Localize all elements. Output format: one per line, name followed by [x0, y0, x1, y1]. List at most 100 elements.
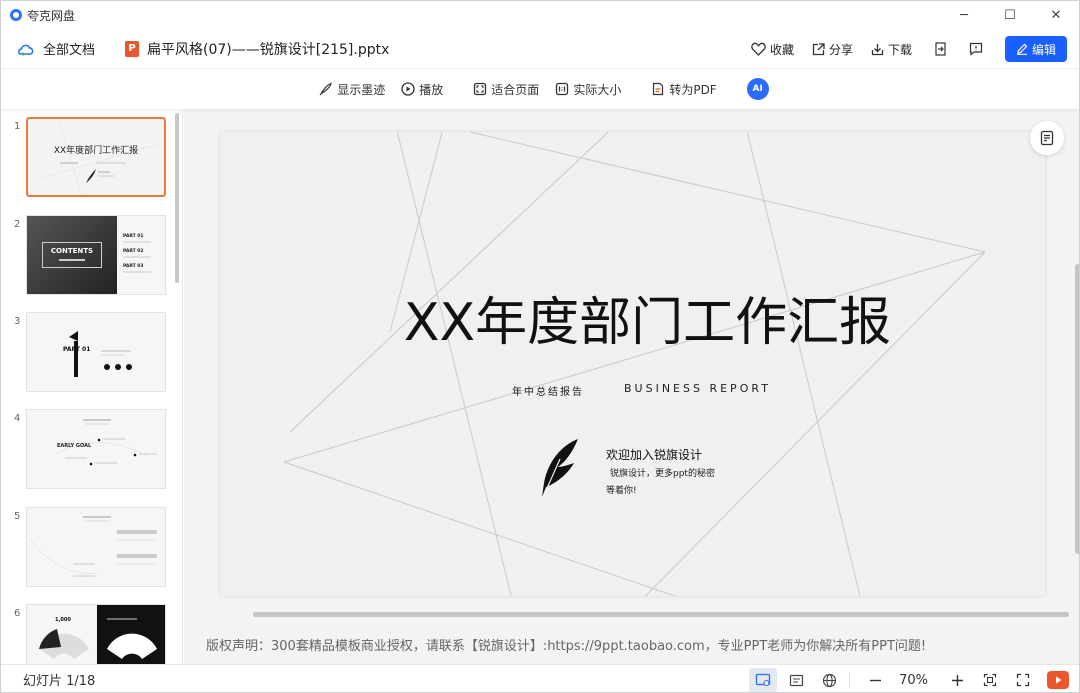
top-actions: 收藏 分享 下载 编辑 [733, 29, 1067, 69]
show-ink-label: 显示墨迹 [337, 82, 386, 97]
thumbnail-slide-2[interactable]: CONTENTS PART 01 PART 02 PART 03 [26, 215, 166, 295]
app-name: 夸克网盘 [27, 8, 76, 23]
download-label: 下载 [887, 42, 912, 57]
globe-icon [822, 673, 836, 687]
thumbnail-slide-5[interactable] [26, 507, 166, 587]
app-window: 夸克网盘 ─ ☐ ✕ 全部文档 P 扁平风格(07)——锐旗设计[215].pp… [0, 0, 1080, 693]
pptx-file-icon: P [125, 40, 140, 57]
fit-page-button[interactable]: 适合页面 [473, 81, 539, 98]
export-icon [935, 42, 946, 56]
convert-pdf-button[interactable]: 转为PDF [651, 81, 717, 98]
download-button[interactable]: 下载 [871, 41, 912, 58]
all-docs-link[interactable]: 全部文档 [43, 39, 95, 58]
notes-icon [789, 674, 803, 686]
thumbnail-row[interactable]: 1 XX年度部门工作汇报 [1, 117, 182, 199]
slide-title: XX年度部门工作汇报 [403, 293, 892, 353]
fit-window-button[interactable] [976, 668, 1004, 692]
favorite-button[interactable]: 收藏 [751, 41, 794, 58]
ai-assistant-button[interactable]: AI [746, 78, 769, 100]
thumbnail-row[interactable]: 4 EARLY GOAL [1, 409, 182, 491]
slide-view-icon [755, 673, 771, 687]
play-button[interactable]: 播放 [401, 81, 443, 98]
thumbnail-scrollbar[interactable] [175, 113, 179, 283]
actual-size-button[interactable]: 实际大小 [555, 81, 621, 98]
normal-view-button[interactable] [749, 668, 778, 692]
thumbnail-row[interactable]: 5 [1, 507, 182, 589]
thumbnail-number: 2 [14, 219, 21, 230]
window-controls: ─ ☐ ✕ [941, 1, 1079, 29]
thumbnail-title: PART 01 [63, 346, 91, 353]
thumbnail-row[interactable]: 3 PART 01 [1, 312, 182, 394]
notes-view-button[interactable] [782, 668, 810, 692]
document-scan-icon [1040, 130, 1054, 146]
thumbnail-row[interactable]: 2 CONTENTS PART 01 PART 02 PART 03 [1, 215, 182, 297]
edit-button[interactable]: 编辑 [1005, 36, 1067, 62]
viewer-toolbar: 显示墨迹 播放 适合页面 实际大小 转为PDF AI [1, 69, 1079, 109]
play-icon [1056, 676, 1062, 684]
thumbnail-row[interactable]: 6 1,000 [1, 604, 182, 664]
fit-frame-icon [983, 673, 997, 687]
horizontal-scrollbar[interactable] [253, 612, 1069, 617]
close-button[interactable]: ✕ [1033, 1, 1079, 29]
minimize-button[interactable]: ─ [941, 1, 987, 29]
title-bar: 夸克网盘 ─ ☐ ✕ [1, 1, 1079, 29]
status-bar: 幻灯片 1/18 70% [1, 664, 1079, 692]
thumbnail-slide-1[interactable]: XX年度部门工作汇报 [26, 117, 166, 197]
edit-label: 编辑 [1031, 42, 1056, 57]
export-button[interactable] [934, 42, 947, 56]
welcome-line2: 等着你! [606, 486, 637, 496]
translate-float-button[interactable] [1030, 121, 1064, 155]
pencil-icon [1016, 43, 1028, 55]
pdf-icon [653, 82, 664, 96]
fit-page-icon [474, 82, 487, 96]
ink-pen-icon [319, 82, 333, 96]
fit-page-label: 适合页面 [491, 82, 540, 97]
fullscreen-button[interactable] [1009, 668, 1037, 692]
status-controls: 70% [744, 665, 1069, 692]
vertical-scrollbar[interactable] [1075, 264, 1079, 554]
thumbnail-title: 1,000 [55, 617, 71, 623]
current-slide: XX年度部门工作汇报 年中总结报告 BUSINESS REPORT 欢迎加入锐旗… [220, 132, 1045, 596]
maximize-button[interactable]: ☐ [987, 1, 1033, 29]
play-circle-icon [401, 82, 415, 96]
favorite-label: 收藏 [769, 42, 794, 57]
zoom-in-button[interactable] [943, 668, 971, 692]
zoom-out-button[interactable] [861, 668, 889, 692]
welcome-line1: 锐旗设计，更多ppt的秘密 [610, 469, 715, 479]
show-ink-button[interactable]: 显示墨迹 [319, 81, 385, 98]
thumbnail-slide-3[interactable]: PART 01 [26, 312, 166, 392]
welcome-text: 欢迎加入锐旗设计 [606, 448, 703, 462]
thumbnail-slide-4[interactable]: EARLY GOAL [26, 409, 166, 489]
thumbnail-number: 5 [14, 511, 21, 522]
thumbnail-number: 6 [14, 608, 21, 619]
minus-icon [869, 679, 881, 681]
thumbnail-panel: 1 XX年度部门工作汇报 2 CONTENTS PART 01 PART 02 … [1, 109, 183, 664]
thumbnail-number: 3 [14, 316, 21, 327]
play-label: 播放 [419, 82, 444, 97]
divider [849, 672, 851, 688]
feedback-icon [969, 42, 983, 56]
download-icon [871, 43, 884, 55]
thumbnail-number: 1 [14, 121, 21, 132]
thumbnail-slide-6[interactable]: 1,000 [26, 604, 166, 664]
app-logo-icon [10, 9, 22, 21]
actual-size-label: 实际大小 [573, 82, 622, 97]
zoom-level: 70% [899, 672, 928, 688]
feather-icon [542, 439, 578, 497]
fullscreen-icon [1016, 673, 1030, 687]
feedback-button[interactable] [969, 42, 983, 56]
slideshow-play-button[interactable] [1047, 671, 1069, 689]
thumbnail-title: XX年度部门工作汇报 [53, 146, 139, 156]
copyright-notice: 版权声明：300套精品模板商业授权，请联系【锐旗设计】:https://9ppt… [206, 639, 927, 654]
web-view-button[interactable] [815, 668, 843, 692]
thumbnail-title: EARLY GOAL [57, 443, 92, 449]
share-button[interactable]: 分享 [812, 41, 853, 58]
file-name: 扁平风格(07)——锐旗设计[215].pptx [147, 41, 390, 58]
decorative-lines [283, 132, 986, 596]
share-icon [812, 42, 825, 55]
actual-size-icon [556, 82, 569, 96]
convert-pdf-label: 转为PDF [669, 82, 717, 97]
cloud-icon[interactable] [17, 40, 35, 58]
share-label: 分享 [828, 42, 853, 57]
heart-icon [751, 42, 766, 56]
